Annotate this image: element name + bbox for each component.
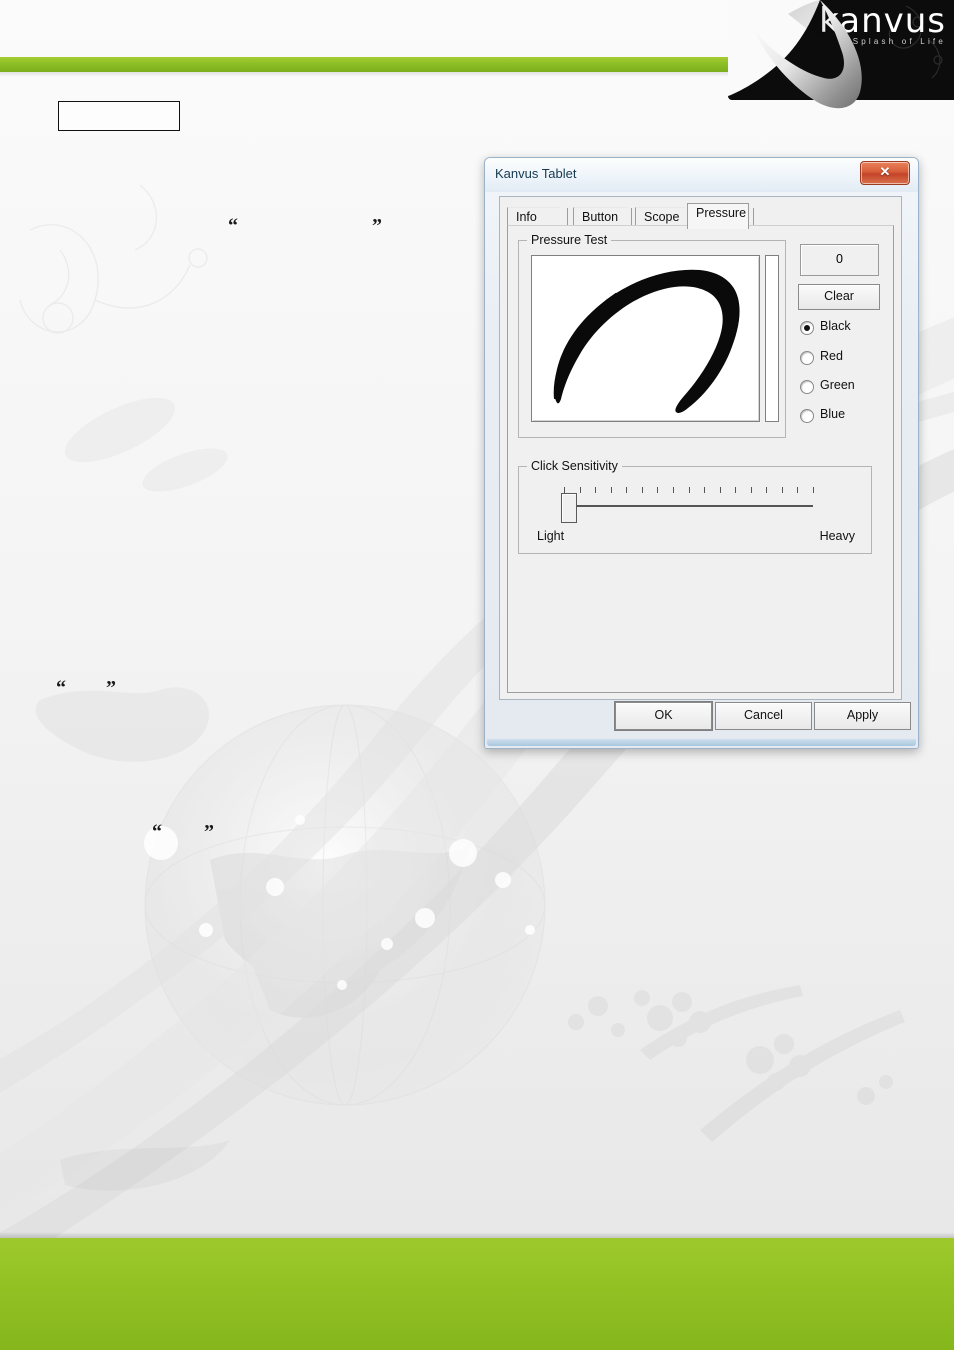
pressure-test-group: Pressure Test [518,233,786,438]
color-radio-blue-label: Blue [820,407,846,421]
tab-scope[interactable]: Scope [635,207,685,227]
sensitivity-min-label: Light [537,529,565,543]
tab-scope-label: Scope [644,210,680,224]
tab-separator-3 [753,208,754,226]
quote-open-2: “ [56,677,66,699]
pressure-level-indicator [765,255,779,422]
sensitivity-track[interactable] [565,505,813,507]
color-radio-red-label: Red [820,349,843,363]
footer-green-band [0,1238,954,1350]
sensitivity-max-label: Heavy [819,529,855,543]
dialog-bottom-edge [487,739,916,746]
click-sensitivity-group: Click Sensitivity Light Heavy [518,459,872,554]
kanvus-tablet-dialog: Kanvus Tablet ✕ Info Button Scope Pressu… [484,157,919,749]
sensitivity-ticks [564,487,814,495]
quote-close-2: ” [106,677,116,699]
click-sensitivity-group-label: Click Sensitivity [527,459,622,473]
quote-close-3: ” [204,821,214,843]
cancel-button[interactable]: Cancel [715,702,812,730]
close-icon[interactable]: ✕ [860,161,910,185]
radio-indicator-blue [800,409,814,423]
radio-indicator-green [800,380,814,394]
color-radio-black-label: Black [820,319,851,333]
tab-button-label: Button [582,210,619,224]
brand-banner: kanvus A Splash of Life [728,0,954,112]
pressure-value-box: 0 [800,244,879,276]
dialog-client-area: Info Button Scope Pressure Pressure Test [499,196,902,700]
clear-button[interactable]: Clear [798,284,880,310]
dialog-button-row: OK Cancel Apply [485,702,918,730]
pressure-tab-page: Pressure Test 0 Clear Black Red Green Bl… [507,225,894,693]
quote-close-1: ” [372,215,382,237]
radio-indicator-red [800,351,814,365]
close-icon-glyph: ✕ [879,164,891,179]
dialog-title: Kanvus Tablet [495,166,577,181]
sensitivity-slider-thumb[interactable] [561,493,577,523]
tab-button[interactable]: Button [573,207,627,227]
page-curl-graphic [728,0,862,109]
tab-pressure-label: Pressure [696,206,747,220]
color-radio-green-label: Green [820,378,855,392]
pressure-value: 0 [836,252,843,266]
tab-separator-1 [567,208,568,226]
quote-open-3: “ [152,821,162,843]
pressure-test-canvas[interactable] [531,255,760,422]
ok-button[interactable]: OK [615,702,712,730]
tab-info-label: Info [516,210,537,224]
apply-button[interactable]: Apply [814,702,911,730]
tab-info[interactable]: Info [507,207,561,227]
radio-indicator-black [800,321,814,335]
pressure-test-group-label: Pressure Test [527,233,612,247]
pressure-stroke-drawing [553,269,740,413]
quote-open-1: “ [228,215,238,237]
tab-separator-2 [631,208,632,226]
tab-pressure[interactable]: Pressure [687,203,749,229]
section-heading-box [58,101,180,131]
dialog-title-bar: Kanvus Tablet ✕ [485,158,918,192]
